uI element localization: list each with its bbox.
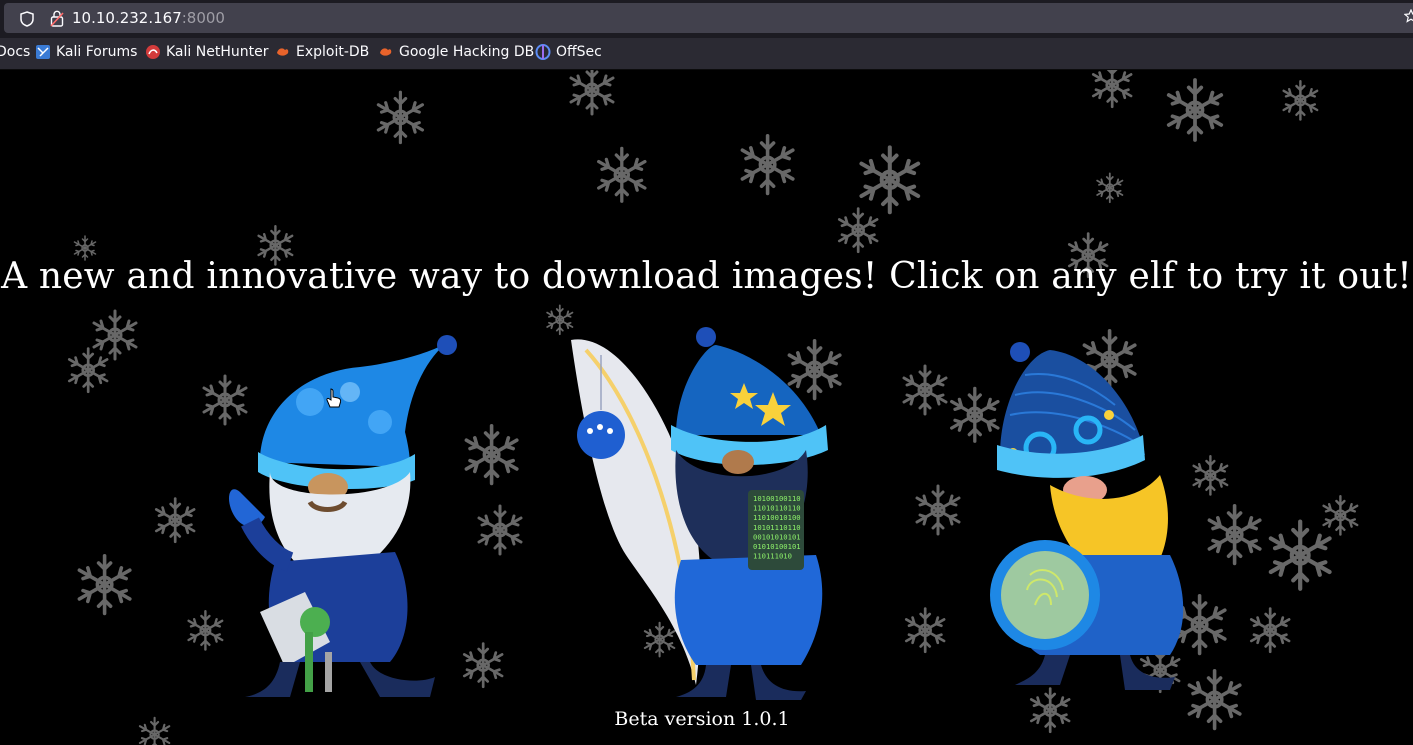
- snowflake-icon: [67, 347, 109, 393]
- bookmark-google-hacking-db[interactable]: Google Hacking DB: [378, 44, 534, 60]
- bookmark-label: Google Hacking DB: [399, 44, 535, 60]
- kali-forums-icon: [36, 45, 50, 59]
- bookmark-star-icon[interactable]: [1404, 9, 1413, 23]
- bookmark-label: Exploit-DB: [296, 44, 370, 60]
- url-host: 10.10.232.167: [72, 9, 182, 27]
- snowflake-icon: [477, 504, 523, 556]
- kali-nethunter-icon: [146, 45, 160, 59]
- ghdb-icon: [380, 48, 392, 56]
- browser-toolbar: 10.10.232.167:8000: [0, 0, 1413, 38]
- bookmark-kali-nethunter[interactable]: Kali NetHunter: [145, 44, 268, 60]
- bookmark-label: Docs: [0, 44, 31, 60]
- hand-cursor-icon: [326, 388, 342, 408]
- snowflake-icon: [77, 554, 132, 616]
- bookmark-offsec[interactable]: OffSec: [535, 44, 602, 60]
- snowflake-icon: [569, 70, 615, 116]
- snowflake-icon: [597, 146, 647, 204]
- snowflake-icon: [1207, 504, 1262, 566]
- offsec-icon: [535, 44, 551, 60]
- snowflake-icon: [837, 207, 879, 253]
- snowflake-icon: [904, 607, 946, 653]
- version-label: Beta version 1.0.1: [614, 708, 790, 730]
- snowflake-icon: [154, 497, 196, 543]
- binary-line: 10100100110: [753, 494, 801, 503]
- bookmark-label: OffSec: [556, 44, 602, 60]
- page-headline: A new and innovative way to download ima…: [1, 256, 1412, 297]
- binary-line: 00101010101: [753, 532, 801, 541]
- snowflake-icon: [915, 484, 961, 536]
- bookmark-docs[interactable]: Docs: [0, 44, 30, 60]
- snowflake-icon: [1096, 172, 1124, 204]
- snowflake-icon: [1249, 607, 1291, 653]
- snowflake-icon: [376, 90, 424, 144]
- snowflake-icon: [464, 424, 519, 486]
- snowflake-icon: [1166, 78, 1224, 142]
- url-port: :8000: [181, 9, 225, 27]
- binary-line: 110111010: [753, 552, 792, 561]
- bookmark-label: Kali Forums: [56, 44, 138, 60]
- url-text[interactable]: 10.10.232.167:8000: [72, 9, 225, 27]
- binary-line: 11010110110: [753, 504, 801, 513]
- binary-line: 11010010100: [753, 513, 801, 522]
- exploit-db-icon: [277, 48, 289, 56]
- binary-tablet-text: 1010010011011010110110110100101001010111…: [753, 494, 801, 561]
- bookmarks-bar: Docs Kali Forums Kali NetHunter Exploit-…: [0, 38, 1413, 70]
- binary-line: 10101110110: [753, 523, 801, 532]
- snowflake-icon: [1281, 79, 1318, 121]
- snowflake-icon: [1091, 70, 1133, 108]
- snowflake-icon: [462, 642, 504, 688]
- page-content: A new and innovative way to download ima…: [0, 70, 1413, 745]
- snowflake-icon: [740, 134, 795, 196]
- tracking-shield-icon[interactable]: [20, 11, 34, 27]
- binary-line: 01010100101: [753, 542, 801, 551]
- bookmark-exploit-db[interactable]: Exploit-DB: [275, 44, 369, 60]
- elf-magnifier-image[interactable]: [985, 335, 1205, 695]
- snowflake-icon: [1321, 494, 1358, 536]
- address-bar[interactable]: 10.10.232.167:8000: [4, 3, 1413, 33]
- elf-quill-image[interactable]: 1010010011011010110110110100101001010111…: [566, 325, 841, 705]
- bookmark-label: Kali NetHunter: [166, 44, 269, 60]
- insecure-lock-icon[interactable]: [50, 10, 64, 27]
- bookmark-kali-forums[interactable]: Kali Forums: [35, 44, 137, 60]
